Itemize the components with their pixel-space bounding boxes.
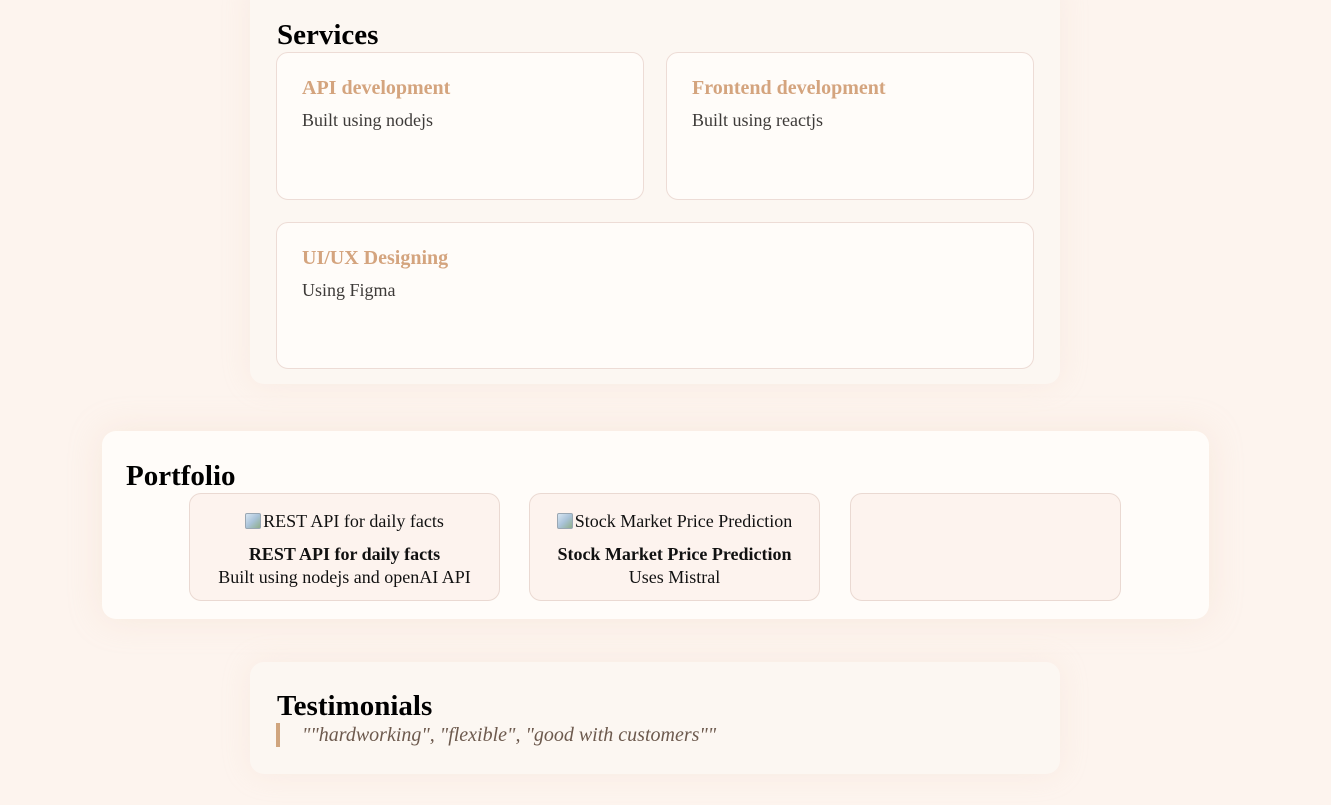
- project-image-alt: Stock Market Price Prediction: [574, 511, 793, 531]
- service-title: API development: [302, 77, 451, 99]
- project-card[interactable]: REST API for daily facts REST API for da…: [189, 493, 500, 601]
- testimonial-quote: ""hardworking", "flexible", "good with c…: [276, 723, 716, 747]
- project-image-alt: REST API for daily facts: [263, 511, 444, 531]
- testimonials-section: Testimonials ""hardworking", "flexible",…: [250, 662, 1060, 774]
- portfolio-heading: Portfolio: [126, 460, 236, 492]
- services-section: Services API development Built using nod…: [250, 0, 1060, 384]
- service-card-api: API development Built using nodejs: [276, 52, 644, 200]
- project-image: REST API for daily facts: [190, 510, 499, 532]
- service-card-frontend: Frontend development Built using reactjs: [666, 52, 1034, 200]
- service-title: UI/UX Designing: [302, 247, 449, 269]
- project-card[interactable]: Stock Market Price Prediction Stock Mark…: [529, 493, 820, 601]
- project-description: Built using nodejs and openAI API: [218, 567, 471, 587]
- project-name: REST API for daily facts: [248, 544, 441, 564]
- testimonials-heading: Testimonials: [277, 690, 433, 722]
- project-description: Uses Mistral: [628, 567, 721, 587]
- service-description: Using Figma: [302, 280, 396, 300]
- service-title: Frontend development: [692, 77, 886, 99]
- broken-image-icon: [556, 513, 573, 529]
- portfolio-section: Portfolio REST API for daily facts REST …: [102, 431, 1209, 619]
- service-description: Built using nodejs: [302, 110, 434, 130]
- project-image: Stock Market Price Prediction: [530, 510, 819, 532]
- project-card-empty[interactable]: [850, 493, 1121, 601]
- project-name: Stock Market Price Prediction: [557, 544, 792, 564]
- services-heading: Services: [277, 19, 379, 51]
- service-card-uiux: UI/UX Designing Using Figma: [276, 222, 1034, 369]
- service-description: Built using reactjs: [692, 110, 823, 130]
- broken-image-icon: [245, 513, 262, 529]
